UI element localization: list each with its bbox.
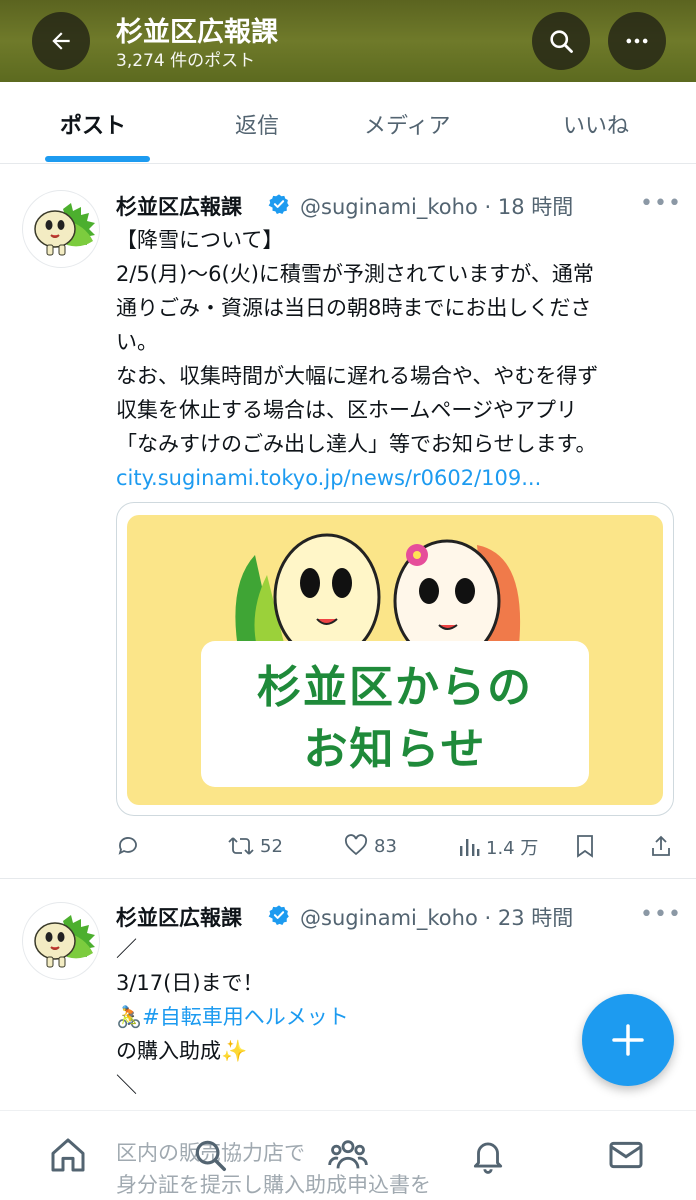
search-icon xyxy=(550,30,573,53)
views-icon xyxy=(460,839,480,856)
active-tab-indicator xyxy=(45,156,150,162)
back-button[interactable] xyxy=(32,12,90,70)
mascot-avatar-icon xyxy=(34,915,95,968)
reply-icon xyxy=(118,837,137,855)
post-line: 通りごみ・資源は当日の朝8時までにお出しくださ xyxy=(116,296,592,320)
post-line: ＼ xyxy=(116,1073,137,1097)
post-divider xyxy=(0,878,696,879)
verified-badge-icon xyxy=(268,905,289,925)
nav-search[interactable] xyxy=(188,1133,232,1177)
post-link[interactable]: city.suginami.tokyo.jp/news/r0602/109... xyxy=(116,461,676,495)
tab-media[interactable]: メディア xyxy=(364,108,450,140)
post-author-name[interactable]: 杉並区広報課 xyxy=(116,191,242,221)
post-line: 収集を休止する場合は、区ホームページやアプリ xyxy=(116,398,577,422)
like-button[interactable]: 83 xyxy=(344,834,397,858)
sparkle-emoji: ✨ xyxy=(221,1039,248,1063)
post-time: · 23 時間 xyxy=(484,906,574,930)
reply-button[interactable] xyxy=(116,834,140,858)
post-author-handle[interactable]: @suginami_koho · 23 時間 xyxy=(300,902,573,932)
bottom-navigation: 区内の販売協力店で 身分証を提示し購入助成申込書を xyxy=(0,1110,696,1200)
tab-likes[interactable]: いいね xyxy=(563,108,629,140)
heart-icon xyxy=(344,834,368,856)
nav-communities[interactable] xyxy=(326,1133,370,1177)
retweet-button[interactable]: 52 xyxy=(228,834,283,858)
post-line: 【降雪について】 xyxy=(116,228,284,252)
plus-icon xyxy=(612,1024,644,1056)
hashtag-link[interactable]: #自転車用ヘルメット xyxy=(142,1005,349,1029)
arrow-left-icon xyxy=(52,32,70,50)
post-time: · 18 時間 xyxy=(484,195,574,219)
profile-title: 杉並区広報課 xyxy=(116,17,278,48)
post-line-text: の購入助成 xyxy=(116,1039,221,1063)
bicycle-emoji: 🚴 xyxy=(116,1005,143,1029)
share-icon xyxy=(652,835,670,856)
handle-text: @suginami_koho xyxy=(300,195,478,219)
retweet-count: 52 xyxy=(260,835,283,857)
search-icon xyxy=(195,1140,226,1171)
tab-replies[interactable]: 返信 xyxy=(235,108,279,140)
communities-icon xyxy=(328,1140,368,1169)
profile-tabs: ポスト 返信 メディア いいね xyxy=(0,82,696,164)
nav-notifications[interactable] xyxy=(466,1133,510,1177)
faded-post-line: 身分証を提示し購入助成申込書を xyxy=(116,1173,431,1197)
post-body: 【降雪について】 2/5(月)〜6(火)に積雪が予測されていますが、通常 通りご… xyxy=(116,223,676,495)
avatar[interactable] xyxy=(22,902,100,980)
nav-home[interactable] xyxy=(46,1133,90,1177)
like-count: 83 xyxy=(374,835,397,857)
post-author-name[interactable]: 杉並区広報課 xyxy=(116,902,242,932)
post-more-button[interactable]: ••• xyxy=(640,191,682,216)
mascot-avatar-icon xyxy=(34,203,95,256)
post-line: ／ xyxy=(116,937,137,961)
post-count: 3,274 件のポスト xyxy=(116,51,256,71)
retweet-icon xyxy=(228,837,254,855)
search-button[interactable] xyxy=(532,12,590,70)
home-icon xyxy=(51,1138,85,1172)
view-count: 1.4 万 xyxy=(486,838,539,859)
tab-posts[interactable]: ポスト xyxy=(60,108,126,140)
share-button[interactable] xyxy=(650,834,672,858)
link-card[interactable]: 杉並区からの お知らせ xyxy=(116,502,674,816)
post-actions: 52 83 1.4 万 xyxy=(0,826,696,870)
mail-icon xyxy=(609,1141,643,1169)
more-button[interactable] xyxy=(608,12,666,70)
post-author-handle[interactable]: @suginami_koho · 18 時間 xyxy=(300,191,573,221)
bell-icon xyxy=(473,1142,503,1174)
avatar[interactable] xyxy=(22,190,100,268)
bookmark-button[interactable] xyxy=(574,834,596,858)
post-more-button[interactable]: ••• xyxy=(640,902,682,927)
post-line: 3/17(日)まで！ xyxy=(116,971,264,995)
verified-badge-icon xyxy=(268,194,289,214)
views-button[interactable]: 1.4 万 xyxy=(458,834,538,860)
profile-header: 杉並区広報課 3,274 件のポスト xyxy=(0,0,696,82)
more-icon xyxy=(626,38,648,44)
post-line: なお、収集時間が大幅に遅れる場合や、やむを得ず xyxy=(116,364,599,388)
card-title-line-1: 杉並区からの xyxy=(257,662,533,713)
bookmark-icon xyxy=(577,835,593,858)
post-line: 2/5(月)〜6(火)に積雪が予測されていますが、通常 xyxy=(116,262,594,286)
post-line: い。 xyxy=(116,330,158,354)
card-title-line-2: お知らせ xyxy=(303,724,487,775)
compose-button[interactable] xyxy=(582,994,674,1086)
handle-text: @suginami_koho xyxy=(300,906,478,930)
post-line: 「なみすけのごみ出し達人」等でお知らせします。 xyxy=(116,432,597,456)
nav-messages[interactable] xyxy=(604,1133,648,1177)
